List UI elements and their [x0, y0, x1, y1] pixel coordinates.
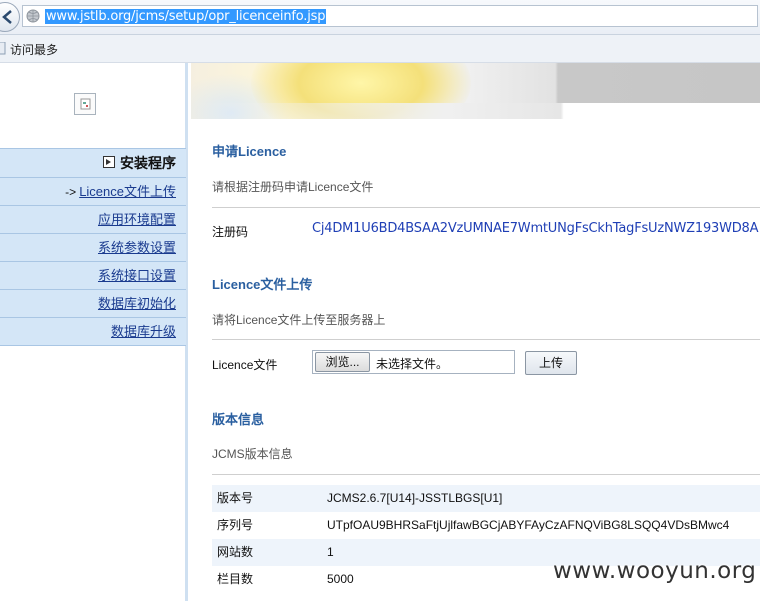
licence-upload-title: Licence文件上传	[212, 277, 313, 292]
watermark-text: www.wooyun.org	[553, 558, 757, 584]
broken-image-icon	[74, 93, 96, 115]
current-item-arrow: ->	[65, 185, 77, 199]
header-banner	[191, 63, 760, 119]
menu-header: 安装程序	[0, 148, 186, 178]
menu-item-db-init[interactable]: 数据库初始化	[0, 290, 186, 318]
table-row: 序列号 UTpfOAU9BHRSaFtjUjlfawBGCjABYFAyCzAF…	[212, 512, 760, 539]
version-value: JCMS2.6.7[U14]-JSSTLBGS[U1]	[327, 491, 503, 505]
menu-link-licence-upload[interactable]: Licence文件上传	[79, 184, 176, 199]
version-info-title: 版本信息	[212, 412, 265, 427]
back-button[interactable]	[0, 2, 20, 32]
page-icon	[0, 42, 6, 55]
globe-icon	[26, 9, 40, 23]
install-menu: 安装程序 -> Licence文件上传 应用环境配置 系统参数设置 系统接口设置 …	[0, 148, 186, 346]
licence-upload-subtitle: 请将Licence文件上传至服务器上	[212, 313, 386, 327]
serial-key: 序列号	[217, 518, 254, 532]
menu-item-system-params[interactable]: 系统参数设置	[0, 234, 186, 262]
menu-link-system-params[interactable]: 系统参数设置	[98, 240, 176, 255]
column-count-key: 栏目数	[217, 572, 254, 586]
upload-button[interactable]: 上传	[525, 351, 577, 375]
back-arrow-icon	[2, 10, 12, 24]
site-count-value: 1	[327, 545, 334, 559]
menu-link-db-upgrade[interactable]: 数据库升级	[111, 324, 176, 339]
menu-header-label: 安装程序	[120, 155, 176, 171]
menu-item-db-upgrade[interactable]: 数据库升级	[0, 318, 186, 346]
favorites-most-visited[interactable]: 访问最多	[10, 41, 58, 58]
reg-code-value: Cj4DM1U6BD4BSAA2VzUMNAE7WmtUNgFsCkhTagFs…	[312, 221, 759, 236]
version-key: 版本号	[217, 491, 254, 505]
menu-link-db-init[interactable]: 数据库初始化	[98, 296, 176, 311]
favorites-bar: 访问最多	[0, 35, 760, 63]
licence-file-input[interactable]: 浏览... 未选择文件。	[312, 350, 515, 374]
site-count-key: 网站数	[217, 545, 254, 559]
reg-code-label: 注册码	[212, 225, 249, 239]
collapse-icon[interactable]	[103, 156, 115, 169]
divider	[212, 339, 760, 340]
licence-file-label: Licence文件	[212, 358, 278, 372]
url-input[interactable]: www.jstlb.org/jcms/setup/opr_licenceinfo…	[22, 5, 758, 27]
url-text[interactable]: www.jstlb.org/jcms/setup/opr_licenceinfo…	[45, 9, 327, 24]
divider	[212, 474, 760, 475]
apply-licence-subtitle: 请根据注册码申请Licence文件	[212, 180, 374, 194]
menu-item-system-interface[interactable]: 系统接口设置	[0, 262, 186, 290]
menu-link-system-interface[interactable]: 系统接口设置	[98, 268, 176, 283]
divider	[212, 207, 760, 208]
apply-licence-title: 申请Licence	[212, 144, 287, 159]
left-sidebar: 安装程序 -> Licence文件上传 应用环境配置 系统参数设置 系统接口设置 …	[0, 63, 188, 601]
version-info-subtitle: JCMS版本信息	[212, 447, 293, 461]
menu-item-licence-upload[interactable]: -> Licence文件上传	[0, 178, 186, 206]
file-status-text: 未选择文件。	[376, 357, 449, 371]
browse-button[interactable]: 浏览...	[315, 352, 370, 372]
serial-value: UTpfOAU9BHRSaFtjUjlfawBGCjABYFAyCzAFNQVi…	[327, 518, 730, 532]
table-row: 版本号 JCMS2.6.7[U14]-JSSTLBGS[U1]	[212, 485, 760, 512]
menu-link-app-env[interactable]: 应用环境配置	[98, 212, 176, 227]
column-count-value: 5000	[327, 572, 354, 586]
address-bar: www.jstlb.org/jcms/setup/opr_licenceinfo…	[0, 0, 760, 35]
menu-item-app-env[interactable]: 应用环境配置	[0, 206, 186, 234]
